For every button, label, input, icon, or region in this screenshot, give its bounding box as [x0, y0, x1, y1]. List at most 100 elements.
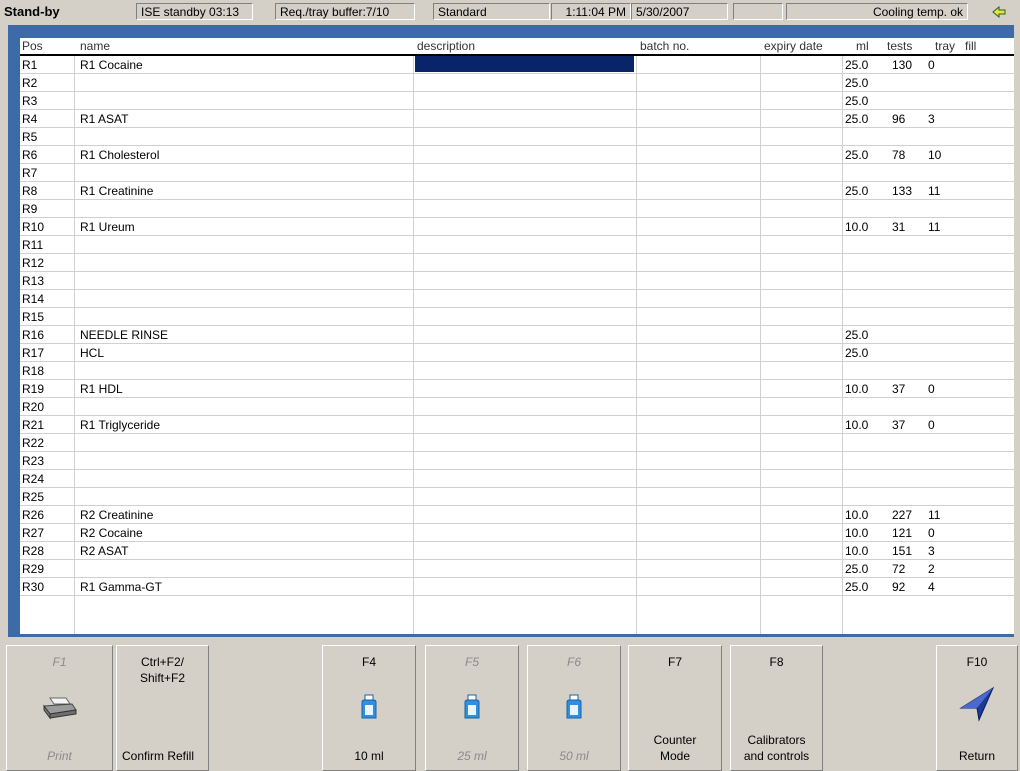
header-description[interactable]: description: [417, 39, 475, 53]
cell-ml: 25.0: [845, 580, 869, 594]
25ml-button[interactable]: F5 25 ml: [425, 645, 519, 771]
cell-ml: 25.0: [845, 148, 869, 162]
empty-status: [733, 3, 783, 20]
table-row[interactable]: R24: [20, 470, 1014, 488]
10ml-button[interactable]: F4 10 ml: [322, 645, 416, 771]
header-ml[interactable]: ml: [856, 39, 869, 53]
table-row[interactable]: R8 R1 Creatinine 25.0 133 11: [20, 182, 1014, 200]
cell-tray: 0: [928, 418, 935, 432]
table-row[interactable]: R25: [20, 488, 1014, 506]
table-row[interactable]: R7: [20, 164, 1014, 182]
table-row[interactable]: R30 R1 Gamma-GT 25.0 92 4: [20, 578, 1014, 596]
cell-pos: R20: [22, 400, 45, 414]
cell-pos: R26: [22, 508, 45, 522]
arrow-icon: [959, 686, 995, 725]
cell-tray: 3: [928, 112, 935, 126]
reagent-table[interactable]: Pos name description batch no. expiry da…: [20, 38, 1014, 634]
header-tests[interactable]: tests: [887, 39, 912, 53]
table-row[interactable]: R12: [20, 254, 1014, 272]
mode-status: Stand-by: [4, 4, 60, 19]
cell-name: R1 Gamma-GT: [80, 580, 163, 594]
cooling-status: Cooling temp. ok: [786, 3, 968, 20]
fkey-caption: 50 ml: [559, 749, 589, 763]
table-row[interactable]: R15: [20, 308, 1014, 326]
cell-ml: 25.0: [845, 112, 869, 126]
fkey-label: F10: [966, 655, 988, 669]
cell-pos: R14: [22, 292, 45, 306]
profile-status: Standard: [433, 3, 550, 20]
table-row[interactable]: R23: [20, 452, 1014, 470]
fkey-caption: 10 ml: [354, 749, 384, 763]
table-row[interactable]: R6 R1 Cholesterol 25.0 78 10: [20, 146, 1014, 164]
cell-tests: 37: [892, 418, 906, 432]
header-batch[interactable]: batch no.: [640, 39, 689, 53]
table-row[interactable]: R2 25.0: [20, 74, 1014, 92]
cell-ml: 25.0: [845, 76, 869, 90]
header-tray[interactable]: tray: [935, 39, 955, 53]
fkey-label: F7: [667, 655, 682, 669]
table-row[interactable]: R16 NEEDLE RINSE 25.0: [20, 326, 1014, 344]
table-row[interactable]: R18: [20, 362, 1014, 380]
table-row[interactable]: R10 R1 Ureum 10.0 31 11: [20, 218, 1014, 236]
cell-ml: 10.0: [845, 382, 869, 396]
cell-ml: 10.0: [845, 418, 869, 432]
cell-pos: R13: [22, 274, 45, 288]
50ml-button[interactable]: F6 50 ml: [527, 645, 621, 771]
table-row[interactable]: R27 R2 Cocaine 10.0 121 0: [20, 524, 1014, 542]
cell-pos: R30: [22, 580, 45, 594]
function-key-bar: F1 Print Ctrl+F2/ Shift+F2 Confirm Refil…: [0, 640, 1020, 771]
table-row[interactable]: R5: [20, 128, 1014, 146]
cell-pos: R22: [22, 436, 45, 450]
cell-tests: 78: [892, 148, 906, 162]
print-button[interactable]: F1 Print: [6, 645, 113, 771]
table-row[interactable]: R21 R1 Triglyceride 10.0 37 0: [20, 416, 1014, 434]
cell-pos: R11: [22, 238, 44, 252]
table-row[interactable]: R26 R2 Creatinine 10.0 227 11: [20, 506, 1014, 524]
cell-ml: 25.0: [845, 94, 869, 108]
table-row[interactable]: R19 R1 HDL 10.0 37 0: [20, 380, 1014, 398]
header-name[interactable]: name: [80, 39, 110, 53]
cell-tray: 11: [928, 184, 941, 198]
cell-name: R1 HDL: [80, 382, 123, 396]
confirm-refill-button[interactable]: Ctrl+F2/ Shift+F2 Confirm Refill: [116, 645, 209, 771]
status-bar: Stand-by ISE standby 03:13 Req./tray buf…: [0, 0, 1020, 24]
table-header: Pos name description batch no. expiry da…: [20, 38, 1014, 56]
return-button[interactable]: F10 Return: [936, 645, 1018, 771]
counter-mode-button[interactable]: F7 Counter Mode: [628, 645, 722, 771]
header-fill[interactable]: fill: [965, 39, 976, 53]
cell-tests: 96: [892, 112, 906, 126]
calibrators-button[interactable]: F8 Calibrators and controls: [730, 645, 823, 771]
back-arrow-icon[interactable]: [983, 4, 1015, 20]
cell-tray: 10: [928, 148, 942, 162]
header-pos[interactable]: Pos: [22, 39, 43, 53]
fkey-label: F6: [566, 655, 581, 669]
cell-name: R1 Ureum: [80, 220, 135, 234]
cell-name: R1 Triglyceride: [80, 418, 161, 432]
table-row[interactable]: R22: [20, 434, 1014, 452]
table-row[interactable]: R13: [20, 272, 1014, 290]
bottle-icon: [564, 694, 584, 723]
fkey-caption: 25 ml: [457, 749, 487, 763]
cell-tests: 37: [892, 382, 906, 396]
table-row[interactable]: R29 25.0 72 2: [20, 560, 1014, 578]
fkey-label: F4: [361, 655, 376, 669]
table-row[interactable]: R4 R1 ASAT 25.0 96 3: [20, 110, 1014, 128]
table-row[interactable]: R14: [20, 290, 1014, 308]
header-expiry[interactable]: expiry date: [764, 39, 823, 53]
printer-icon: [42, 696, 78, 723]
fkey-caption: Print: [47, 749, 72, 763]
table-row[interactable]: R20: [20, 398, 1014, 416]
table-row[interactable]: R28 R2 ASAT 10.0 151 3: [20, 542, 1014, 560]
cell-name: R2 Cocaine: [80, 526, 143, 540]
cell-tests: 130: [892, 58, 913, 72]
cell-pos: R27: [22, 526, 45, 540]
table-row[interactable]: R3 25.0: [20, 92, 1014, 110]
cell-tests: 227: [892, 508, 913, 522]
table-row[interactable]: R9: [20, 200, 1014, 218]
cell-tests: 121: [892, 526, 913, 540]
table-row[interactable]: R11: [20, 236, 1014, 254]
cell-tray: 11: [928, 220, 941, 234]
table-row[interactable]: R1 R1 Cocaine 25.0 130 0: [20, 56, 1014, 74]
selected-description-cell[interactable]: [415, 56, 634, 72]
table-row[interactable]: R17 HCL 25.0: [20, 344, 1014, 362]
